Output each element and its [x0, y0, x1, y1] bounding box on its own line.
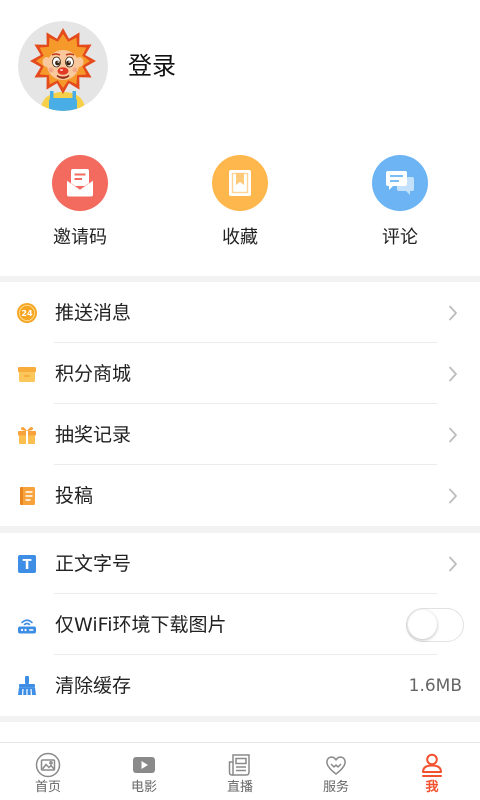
avatar[interactable]	[18, 21, 108, 111]
menu-item-label: 正文字号	[55, 552, 132, 575]
menu-item-label: 仅WiFi环境下载图片	[55, 613, 227, 636]
menu-group-1: 24 推送消息 积分商城 抽奖记录 投稿	[0, 282, 480, 526]
home-picture-icon	[35, 752, 61, 778]
lion-mascot-icon	[18, 21, 108, 111]
chevron-right-icon	[448, 427, 458, 443]
quick-actions: 邀请码 收藏 评论	[0, 155, 480, 251]
push-notification-icon: 24	[16, 302, 38, 324]
favorites-icon	[212, 155, 268, 211]
menu-item-submission[interactable]: 投稿	[0, 465, 480, 526]
quick-action-label: 邀请码	[53, 227, 107, 248]
tab-label: 服务	[322, 780, 349, 795]
me-person-icon	[419, 752, 445, 778]
profile-header: 登录 邀请码 收藏 评论	[0, 0, 480, 276]
chevron-right-icon	[448, 488, 458, 504]
tab-label: 直播	[226, 780, 253, 795]
tab-me[interactable]: 我	[384, 743, 480, 800]
tab-services[interactable]: 服务	[288, 743, 384, 800]
live-newspaper-icon	[227, 752, 253, 778]
tab-label: 我	[425, 780, 439, 795]
chevron-right-icon	[448, 366, 458, 382]
quick-action-favorites[interactable]: 收藏	[160, 155, 320, 251]
submission-doc-icon	[16, 485, 38, 507]
menu-item-label: 清除缓存	[55, 674, 132, 697]
bottom-tab-bar: 首页 电影 直播 服务 我	[0, 742, 480, 800]
chevron-right-icon	[448, 556, 458, 572]
wifi-router-icon	[16, 614, 38, 636]
menu-item-label: 抽奖记录	[55, 423, 132, 446]
menu-item-label: 投稿	[55, 484, 94, 507]
movie-play-icon	[131, 752, 157, 778]
push-icon-number: 24	[21, 309, 33, 318]
tab-home[interactable]: 首页	[0, 743, 96, 800]
cache-size-value: 1.6MB	[408, 675, 462, 696]
menu-item-label: 推送消息	[55, 301, 132, 324]
quick-action-label: 收藏	[222, 227, 258, 248]
clear-cache-broom-icon	[16, 675, 38, 697]
login-link[interactable]: 登录	[128, 50, 176, 82]
quick-action-comments[interactable]: 评论	[320, 155, 480, 251]
section-divider	[0, 526, 480, 533]
quick-action-invite-code[interactable]: 邀请码	[0, 155, 160, 251]
menu-item-wifi-only-images: 仅WiFi环境下载图片	[0, 594, 480, 655]
lottery-gift-icon	[16, 424, 38, 446]
comments-icon	[372, 155, 428, 211]
tab-label: 电影	[130, 780, 157, 795]
points-mall-icon	[16, 363, 38, 385]
menu-group-2: T 正文字号 仅WiFi环境下载图片 清除缓存 1.6MB	[0, 533, 480, 716]
toggle-knob	[408, 609, 437, 639]
me-page: 登录 邀请码 收藏 评论 24 推送消息 积分商城 抽奖记录 投稿 T 正文字号…	[0, 0, 480, 800]
menu-item-lottery-records[interactable]: 抽奖记录	[0, 404, 480, 465]
invite-mail-icon	[52, 155, 108, 211]
wifi-only-images-toggle[interactable]	[406, 607, 464, 642]
chevron-right-icon	[448, 305, 458, 321]
menu-item-points-mall[interactable]: 积分商城	[0, 343, 480, 404]
tab-label: 首页	[34, 780, 61, 795]
quick-action-label: 评论	[382, 227, 418, 248]
section-divider	[0, 716, 480, 722]
service-heart-icon	[323, 752, 349, 778]
font-size-icon-letter: T	[23, 558, 32, 573]
menu-item-clear-cache[interactable]: 清除缓存 1.6MB	[0, 655, 480, 716]
menu-item-font-size[interactable]: T 正文字号	[0, 533, 480, 594]
menu-item-push-messages[interactable]: 24 推送消息	[0, 282, 480, 343]
tab-live[interactable]: 直播	[192, 743, 288, 800]
tab-movies[interactable]: 电影	[96, 743, 192, 800]
font-size-icon: T	[16, 553, 38, 575]
menu-item-label: 积分商城	[55, 362, 132, 385]
